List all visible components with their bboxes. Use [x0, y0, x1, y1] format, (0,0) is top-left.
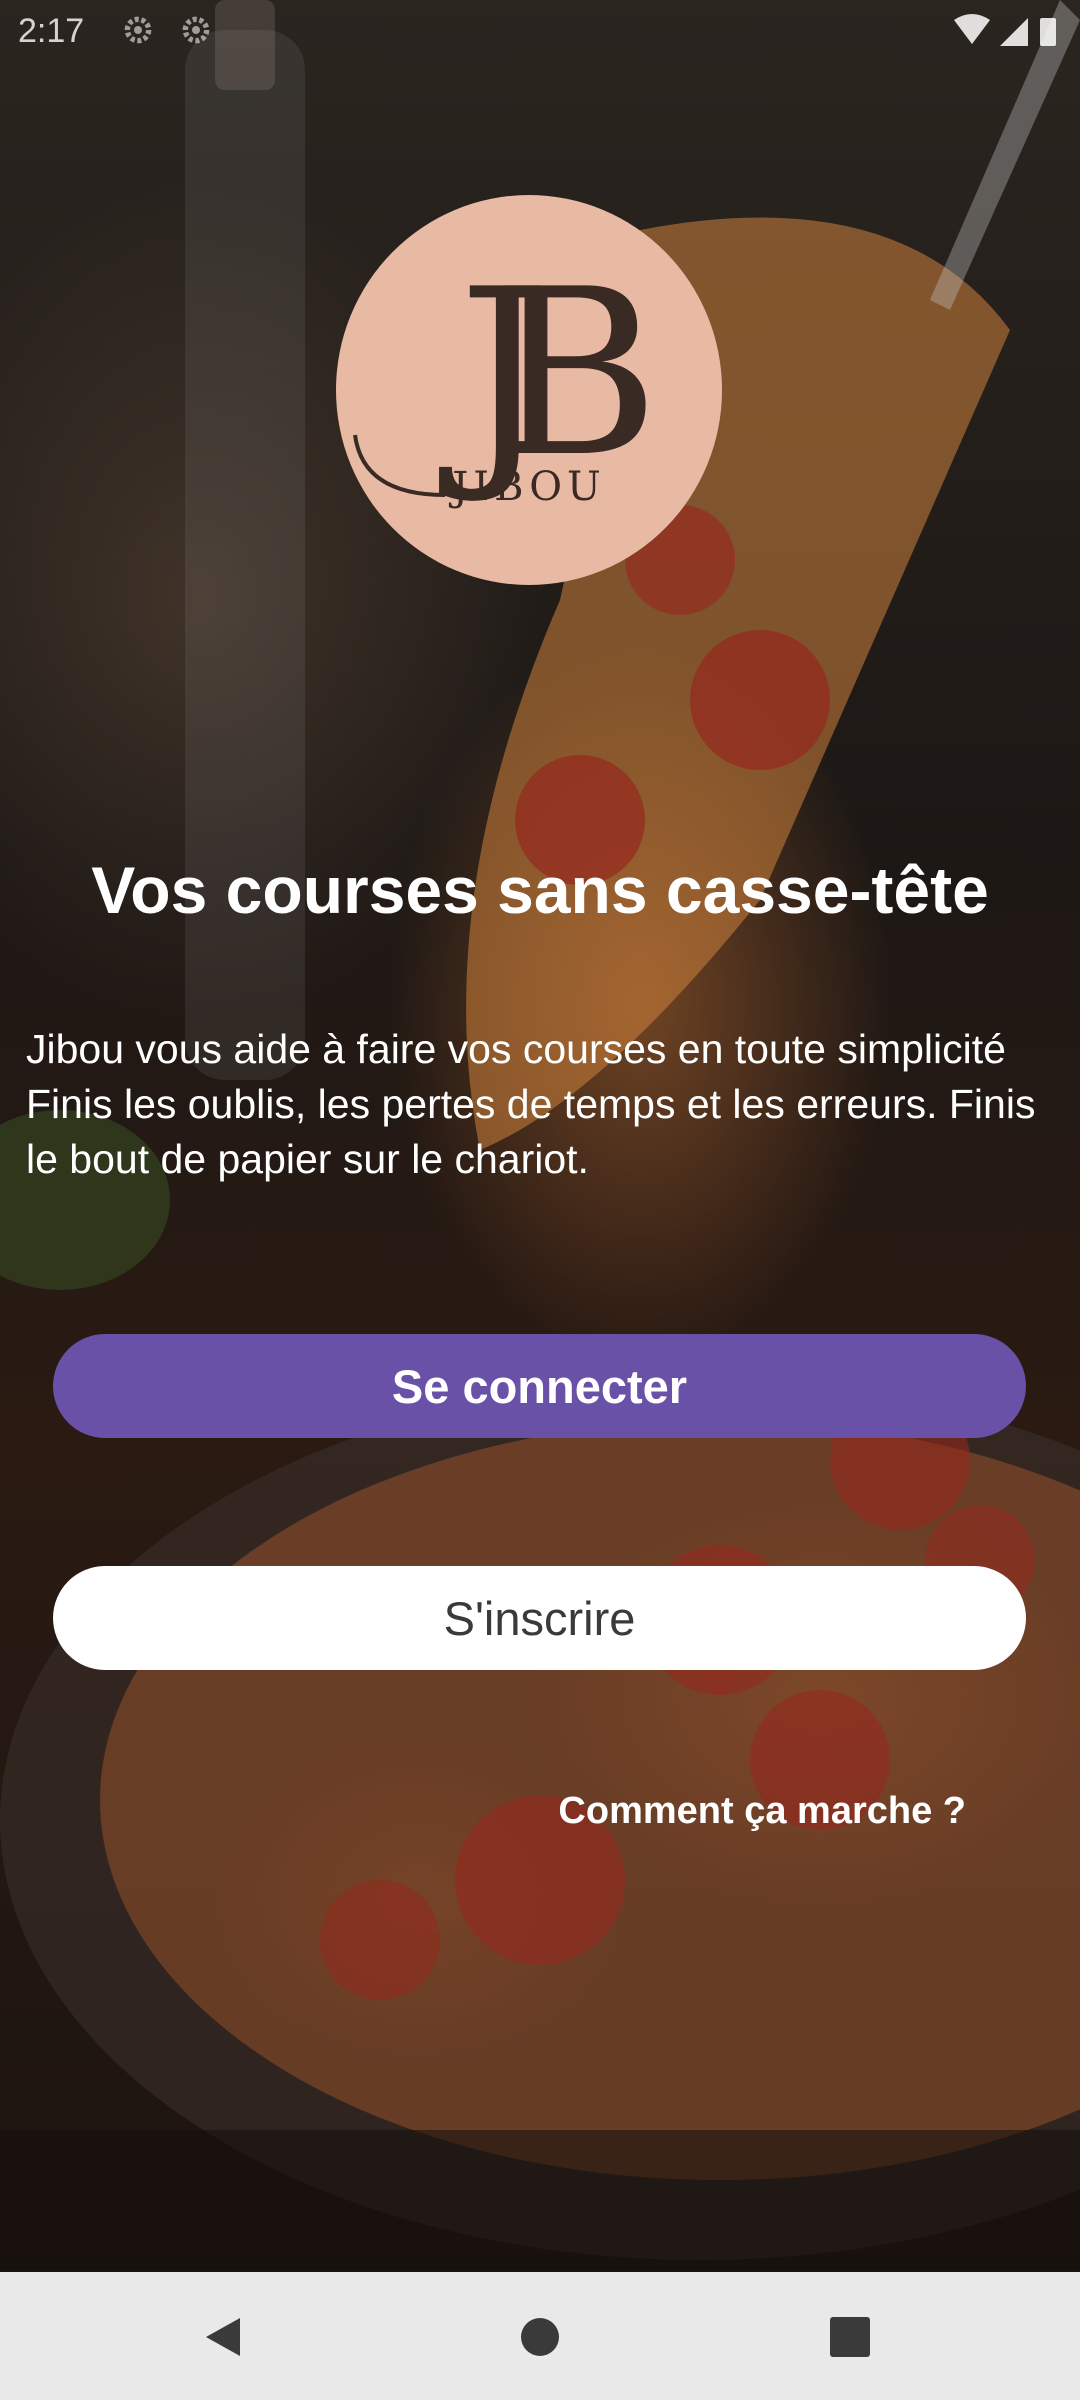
- settings-icon: [182, 16, 210, 44]
- how-it-works-link[interactable]: Comment ça marche ?: [558, 1790, 966, 1833]
- settings-icon: [124, 16, 152, 44]
- home-icon[interactable]: [513, 2310, 567, 2364]
- welcome-screen: 2:17 JB JIBOU Vos courses sans casse-têt…: [0, 0, 1080, 2400]
- jibou-logo: JB JIBOU: [336, 195, 722, 585]
- login-button[interactable]: Se connecter: [53, 1334, 1026, 1438]
- description-text: Jibou vous aide à faire vos courses en t…: [26, 1026, 1036, 1182]
- back-icon[interactable]: [198, 2310, 252, 2364]
- headline: Vos courses sans casse-tête: [91, 853, 989, 927]
- recents-icon[interactable]: [823, 2310, 877, 2364]
- signup-button[interactable]: S'inscrire: [53, 1566, 1026, 1670]
- status-time: 2:17: [18, 12, 85, 50]
- logo-wordmark: JIBOU: [448, 464, 605, 510]
- system-navigation-bar: [0, 2272, 1080, 2400]
- status-bar: 2:17: [0, 0, 1080, 64]
- wifi-signal-battery-icons: [954, 14, 1056, 46]
